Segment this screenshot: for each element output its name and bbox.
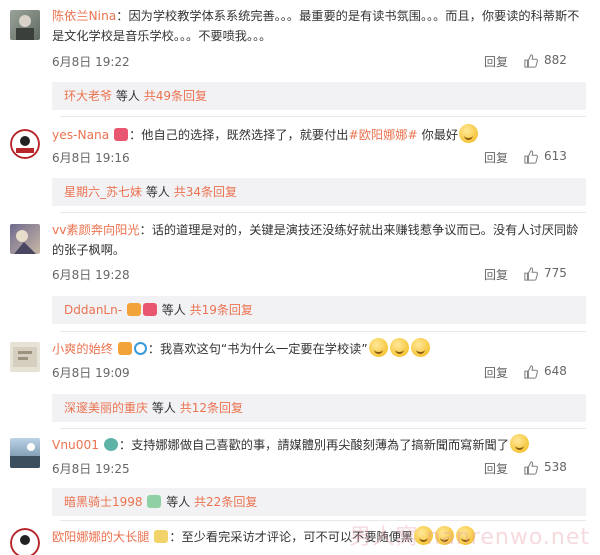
comment-meta: 6月8日 19:16 回复 613: [52, 149, 586, 167]
laugh-emoji-icon: [368, 338, 388, 357]
sub-replies[interactable]: DddanLn- 等人 共19条回复: [52, 296, 586, 324]
sub-reply-user[interactable]: 深邃美丽的重庆: [64, 401, 148, 415]
sub-reply-user[interactable]: 星期六_苏七妹: [64, 185, 142, 199]
reply-button[interactable]: 回复: [484, 149, 508, 166]
sub-reply-total[interactable]: 共12条回复: [180, 401, 243, 415]
sub-reply-text: 等人: [161, 303, 186, 317]
comment-body: ：我喜欢这句“书为什么一定要在学校读”: [147, 342, 368, 356]
comment-meta: 6月8日 19:22 回复 882: [52, 53, 586, 71]
avatar-image: [10, 129, 40, 159]
laugh-emoji-icon: [389, 338, 409, 357]
comment-text: 陈依兰Nina：因为学校教学体系系统完善。。。最重要的是有读书氛围。。。而且，你…: [52, 6, 586, 46]
like-button[interactable]: 882: [522, 53, 586, 69]
sub-reply-user[interactable]: 暗黑骑士1998: [64, 495, 143, 509]
like-count: 882: [544, 53, 567, 67]
comment-body: ：他自己的选择，既然选择了，就要付出: [129, 128, 349, 142]
reply-button[interactable]: 回复: [484, 53, 508, 70]
vip-badge-icon: [117, 342, 132, 355]
thumbs-up-icon: [524, 54, 538, 68]
like-count: 775: [544, 266, 567, 280]
smile-emoji-icon: [459, 124, 479, 143]
sub-reply-text: 等人: [166, 495, 191, 509]
sub-reply-total[interactable]: 共49条回复: [144, 89, 207, 103]
like-count: 648: [544, 364, 567, 378]
reply-button[interactable]: 回复: [484, 460, 508, 477]
sub-reply-text: 等人: [115, 89, 140, 103]
like-count: 613: [544, 149, 567, 163]
comment-body: ：支持娜娜做自己喜歡的事，請媒體別再尖酸刻薄為了搞新聞而寫新聞了: [118, 438, 509, 452]
sub-replies[interactable]: 星期六_苏七妹 等人 共34条回复: [52, 178, 586, 206]
sub-reply-total[interactable]: 共34条回复: [174, 185, 237, 199]
avatar[interactable]: [10, 438, 40, 468]
divider: [60, 331, 586, 332]
comment-date: 6月8日 19:16: [52, 151, 130, 165]
hashtag-link[interactable]: #欧阳娜娜#: [349, 128, 418, 142]
like-button[interactable]: 538: [522, 460, 586, 476]
comment-body: ：因为学校教学体系系统完善。。。最重要的是有读书氛围。。。而且，你要读的科蒂斯不…: [52, 9, 580, 43]
sub-replies[interactable]: 暗黑骑士1998 等人 共22条回复: [52, 488, 586, 516]
like-count: 538: [544, 460, 567, 474]
thumbs-up-icon: [524, 365, 538, 379]
comment-meta: 6月8日 19:09 回复 648: [52, 364, 586, 382]
avatar[interactable]: [10, 224, 40, 254]
avatar[interactable]: [10, 528, 40, 555]
comment-date: 6月8日 19:22: [52, 55, 130, 69]
sub-reply-user[interactable]: 环大老爷: [64, 89, 112, 103]
member-badge-icon: [133, 342, 147, 355]
comment-date: 6月8日 19:25: [52, 462, 130, 476]
comment-date: 6月8日 19:09: [52, 366, 130, 380]
sub-reply-user[interactable]: DddanLn-: [64, 303, 122, 317]
avatar-image: [14, 230, 36, 254]
member-badge-icon: [103, 438, 118, 451]
reply-button[interactable]: 回复: [484, 364, 508, 381]
avatar-image: [10, 443, 40, 468]
vip-badge-icon: [147, 495, 162, 508]
comment-text: yes-Nana ：他自己的选择，既然选择了，就要付出#欧阳娜娜# 你最好: [52, 124, 586, 145]
avatar-image: [16, 15, 34, 40]
sub-reply-total[interactable]: 共19条回复: [190, 303, 253, 317]
comment-username[interactable]: vv素颜奔向阳光: [52, 223, 140, 237]
sub-replies[interactable]: 深邃美丽的重庆 等人 共12条回复: [52, 394, 586, 422]
comment-body-end: 你最好: [417, 128, 459, 142]
watermark: 男人窝 nanrenwo.net: [349, 525, 590, 550]
sub-reply-text: 等人: [151, 401, 176, 415]
divider: [60, 212, 586, 213]
avatar[interactable]: [10, 10, 40, 40]
divider: [60, 116, 586, 117]
comment-meta: 6月8日 19:28 回复 775: [52, 266, 586, 284]
comment-username[interactable]: 欧阳娜娜的大长腿: [52, 530, 150, 544]
sub-reply-total[interactable]: 共22条回复: [194, 495, 257, 509]
vip-badge-icon: [114, 128, 129, 141]
thumbs-up-icon: [524, 150, 538, 164]
comment-text: 小爽的始终 ：我喜欢这句“书为什么一定要在学校读”: [52, 338, 586, 359]
sub-replies[interactable]: 环大老爷 等人 共49条回复: [52, 82, 586, 110]
comment-text: Vnu001 ：支持娜娜做自己喜歡的事，請媒體別再尖酸刻薄為了搞新聞而寫新聞了: [52, 434, 586, 455]
avatar-image: [13, 347, 37, 367]
smile-emoji-icon: [509, 434, 529, 453]
avatar-image: [10, 528, 40, 555]
comment-username[interactable]: yes-Nana: [52, 128, 109, 142]
vip-badge-icon: [126, 303, 141, 316]
thumbs-up-icon: [524, 461, 538, 475]
like-button[interactable]: 775: [522, 266, 586, 282]
comment-username[interactable]: 陈依兰Nina: [52, 9, 116, 23]
avatar[interactable]: [10, 342, 40, 372]
comment-username[interactable]: Vnu001: [52, 438, 99, 452]
sub-reply-text: 等人: [145, 185, 170, 199]
comment-text: vv素颜奔向阳光：话的道理是对的，关键是演技还没练好就出来赚钱惹争议而已。没有人…: [52, 220, 586, 260]
comment-date: 6月8日 19:28: [52, 268, 130, 282]
comment-username[interactable]: 小爽的始终: [52, 342, 113, 356]
thumbs-up-icon: [524, 267, 538, 281]
vip-badge-icon: [154, 530, 169, 543]
like-button[interactable]: 613: [522, 149, 586, 165]
reply-button[interactable]: 回复: [484, 266, 508, 283]
like-button[interactable]: 648: [522, 364, 586, 380]
laugh-emoji-icon: [410, 338, 430, 357]
member-badge-icon: [142, 303, 157, 316]
avatar[interactable]: [10, 129, 40, 159]
divider: [60, 428, 586, 429]
comment-meta: 6月8日 19:25 回复 538: [52, 460, 586, 478]
